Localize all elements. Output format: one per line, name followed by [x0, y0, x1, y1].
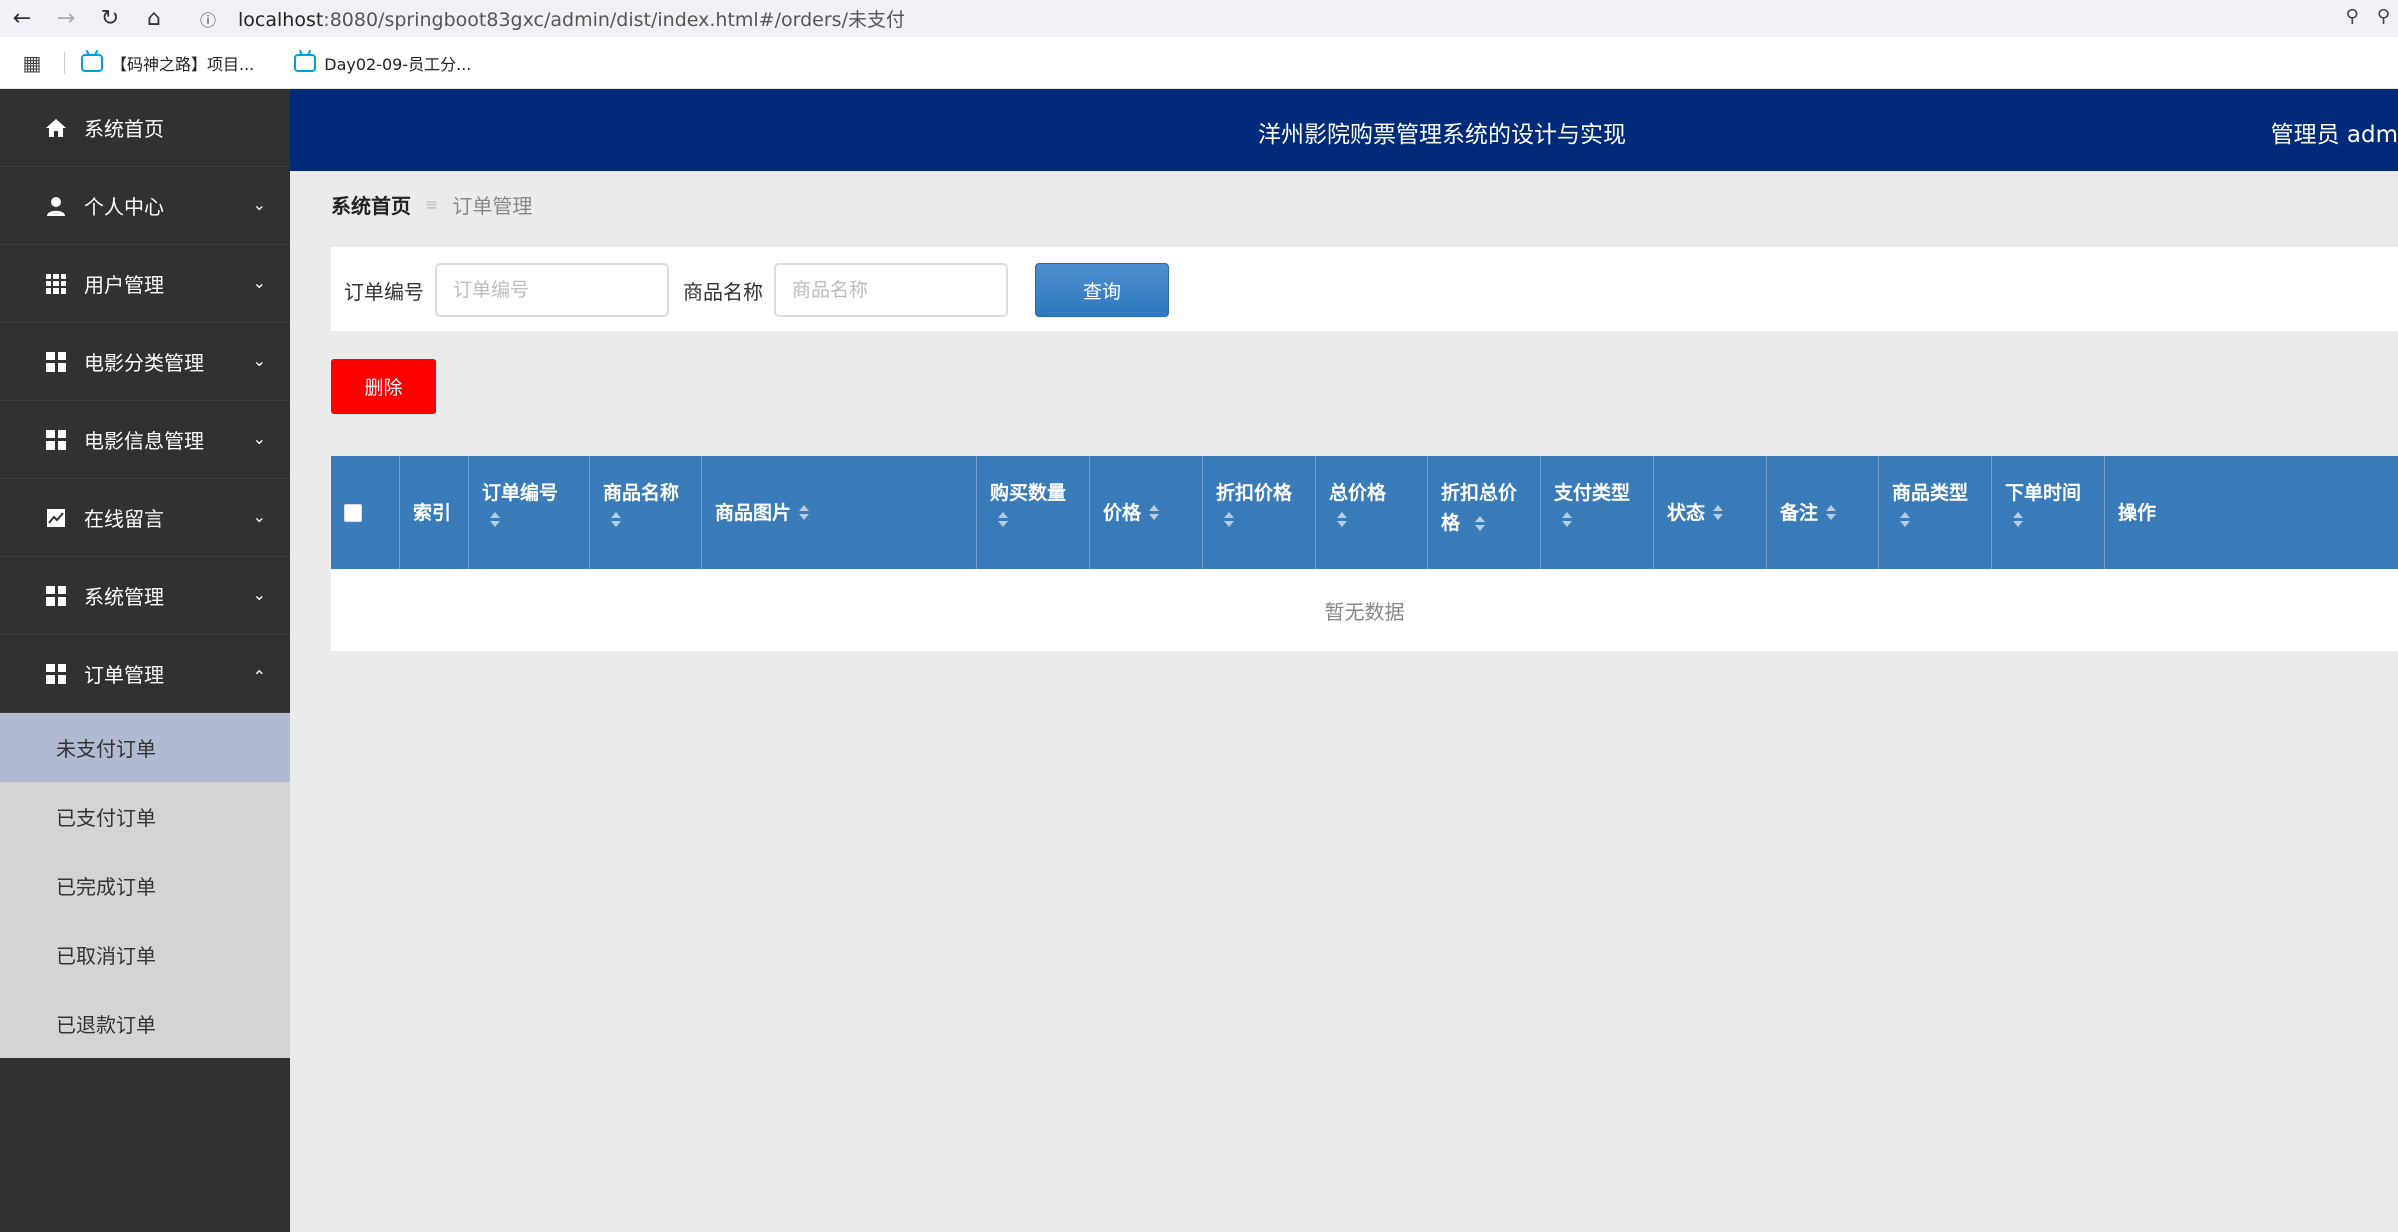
- select-all-checkbox[interactable]: [344, 503, 362, 522]
- sort-icon[interactable]: [1562, 512, 1641, 527]
- order-no-input[interactable]: [435, 263, 669, 317]
- site-info-icon[interactable]: ⓘ: [194, 5, 222, 33]
- sort-icon[interactable]: [611, 512, 689, 527]
- sidebar-item-system[interactable]: 系统管理 ⌄: [0, 557, 290, 635]
- address-bar[interactable]: ⓘ localhost:8080/springboot83gxc/admin/d…: [194, 3, 2344, 34]
- grid-icon: [44, 428, 68, 452]
- column-header-total-price[interactable]: 总价格: [1316, 456, 1428, 569]
- column-header-price[interactable]: 价格: [1090, 456, 1203, 569]
- sidebar-item-orders[interactable]: 订单管理 ⌃: [0, 635, 290, 713]
- sort-icon[interactable]: [1224, 512, 1303, 527]
- order-no-label: 订单编号: [344, 280, 424, 304]
- breadcrumb-current: 订单管理: [452, 194, 533, 218]
- bookmark-item[interactable]: Day02-09-员工分...: [294, 51, 471, 75]
- sidebar-subitem-refunded[interactable]: 已退款订单: [0, 989, 290, 1058]
- sidebar-item-profile[interactable]: 个人中心 ⌄: [0, 167, 290, 245]
- sort-icon[interactable]: [799, 505, 810, 520]
- column-header-discount-price[interactable]: 折扣价格: [1203, 456, 1316, 569]
- key-icon[interactable]: ⚲: [2346, 6, 2359, 27]
- browser-toolbar: ← → ↻ ⌂ ⓘ localhost:8080/springboot83gxc…: [0, 0, 2398, 37]
- column-header-discount-total[interactable]: 折扣总价 格: [1428, 456, 1541, 569]
- sort-icon[interactable]: [1713, 505, 1724, 520]
- column-header-order-time[interactable]: 下单时间: [1992, 456, 2105, 569]
- breadcrumb-separator-icon: ≡: [425, 195, 439, 214]
- column-header-quantity[interactable]: 购买数量: [977, 456, 1090, 569]
- forward-icon[interactable]: →: [44, 0, 88, 37]
- home-icon: [44, 116, 68, 140]
- table-empty-row: 暂无数据: [331, 569, 2398, 651]
- chevron-down-icon: ⌄: [252, 273, 266, 292]
- sidebar-subitem-unpaid[interactable]: 未支付订单: [0, 713, 290, 782]
- user-icon: [44, 194, 68, 218]
- sidebar-item-users[interactable]: 用户管理 ⌄: [0, 245, 290, 323]
- page-title: 洋州影院购票管理系统的设计与实现: [1258, 122, 1626, 148]
- reload-icon[interactable]: ↻: [88, 0, 132, 37]
- sort-icon[interactable]: [1337, 512, 1415, 527]
- grid-icon: [44, 662, 68, 686]
- column-header-goods-type[interactable]: 商品类型: [1879, 456, 1992, 569]
- query-button[interactable]: 查询: [1035, 263, 1169, 317]
- bilibili-icon: [294, 53, 317, 72]
- sidebar-item-movie-info[interactable]: 电影信息管理 ⌄: [0, 401, 290, 479]
- chevron-down-icon: ⌄: [252, 507, 266, 526]
- top-header: 洋州影院购票管理系统的设计与实现 管理员 adm: [290, 89, 2398, 171]
- delete-button[interactable]: 删除: [331, 359, 436, 414]
- chevron-down-icon: ⌄: [252, 351, 266, 370]
- column-header-status[interactable]: 状态: [1654, 456, 1767, 569]
- chevron-down-icon: ⌄: [252, 429, 266, 448]
- table-header: 索引 订单编号 商品名称 商品图片 购买数量 价格 折扣价格 总价格 折扣总价 …: [331, 456, 2398, 569]
- sort-icon[interactable]: [2013, 512, 2092, 527]
- sort-icon[interactable]: [1149, 505, 1160, 520]
- apps-icon[interactable]: ▦: [0, 51, 64, 75]
- column-header-goods-image[interactable]: 商品图片: [702, 456, 977, 569]
- bookmark-item[interactable]: 【码神之路】项目...: [81, 51, 254, 75]
- bookmarks-bar: ▦ 【码神之路】项目... Day02-09-员工分...: [0, 37, 2398, 89]
- sidebar-item-home[interactable]: 系统首页: [0, 89, 290, 167]
- orders-submenu: 未支付订单 已支付订单 已完成订单 已取消订单 已退款订单: [0, 713, 290, 1058]
- column-header-goods-name[interactable]: 商品名称: [590, 456, 702, 569]
- sidebar-subitem-completed[interactable]: 已完成订单: [0, 851, 290, 920]
- grid-icon: [44, 584, 68, 608]
- orders-table: 索引 订单编号 商品名称 商品图片 购买数量 价格 折扣价格 总价格 折扣总价 …: [331, 456, 2398, 651]
- bookmark-separator: [64, 51, 65, 74]
- search-panel: 订单编号 商品名称 查询: [331, 247, 2398, 331]
- select-all-cell: [331, 456, 400, 569]
- column-header-index: 索引: [400, 456, 469, 569]
- breadcrumb-home[interactable]: 系统首页: [331, 190, 411, 219]
- chevron-up-icon: ⌃: [252, 667, 266, 686]
- zoom-icon[interactable]: ⚲: [2377, 6, 2390, 27]
- home-nav-icon[interactable]: ⌂: [132, 0, 176, 37]
- sort-icon[interactable]: [1474, 516, 1485, 531]
- sidebar: 系统首页 个人中心 ⌄ 用户管理 ⌄ 电影分类管理 ⌄ 电影信息管理 ⌄ 在线留…: [0, 89, 290, 1232]
- column-header-order-no[interactable]: 订单编号: [469, 456, 590, 569]
- sidebar-item-movie-category[interactable]: 电影分类管理 ⌄: [0, 323, 290, 401]
- sidebar-subitem-cancelled[interactable]: 已取消订单: [0, 920, 290, 989]
- sidebar-subitem-paid[interactable]: 已支付订单: [0, 782, 290, 851]
- grid9-icon: [44, 272, 68, 296]
- column-header-pay-type[interactable]: 支付类型: [1541, 456, 1654, 569]
- chevron-down-icon: ⌄: [252, 585, 266, 604]
- url-text[interactable]: localhost:8080/springboot83gxc/admin/dis…: [238, 5, 905, 32]
- sort-icon[interactable]: [998, 512, 1077, 527]
- sort-icon[interactable]: [490, 512, 577, 527]
- sidebar-item-messages[interactable]: 在线留言 ⌄: [0, 479, 290, 557]
- empty-text: 暂无数据: [1324, 599, 1405, 624]
- back-icon[interactable]: ←: [0, 0, 44, 37]
- bilibili-icon: [81, 53, 103, 72]
- column-header-actions: 操作: [2118, 501, 2157, 524]
- user-label[interactable]: 管理员 adm: [2271, 115, 2398, 149]
- chevron-down-icon: ⌄: [252, 195, 266, 214]
- breadcrumb: 系统首页 ≡ 订单管理: [331, 190, 532, 219]
- goods-name-input[interactable]: [774, 263, 1008, 317]
- sort-icon[interactable]: [1826, 505, 1837, 520]
- chart-icon: [44, 506, 68, 530]
- column-header-remark[interactable]: 备注: [1767, 456, 1879, 569]
- grid-icon: [44, 350, 68, 374]
- sort-icon[interactable]: [1900, 512, 1979, 527]
- goods-name-label: 商品名称: [683, 280, 763, 304]
